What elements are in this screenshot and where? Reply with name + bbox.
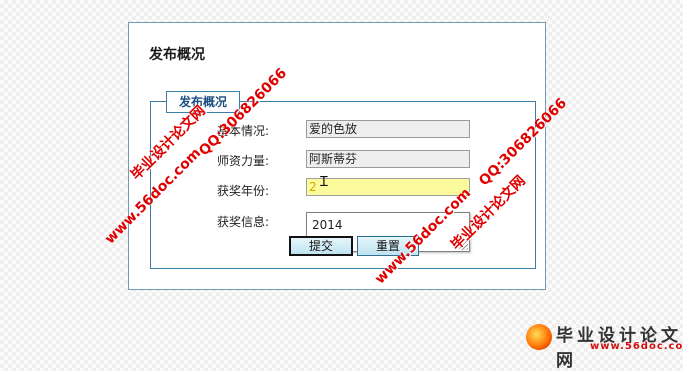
faculty-input[interactable]: 阿斯蒂芬 bbox=[306, 150, 470, 168]
basic-info-input[interactable]: 爱的色放 bbox=[306, 120, 470, 138]
award-info-label: 获奖信息: bbox=[217, 215, 270, 229]
submit-button[interactable]: 提交 bbox=[289, 236, 353, 256]
faculty-label: 师资力量: bbox=[217, 154, 270, 168]
site-logo-icon bbox=[526, 324, 552, 350]
panel-title: 发布概况 bbox=[149, 47, 205, 63]
text-cursor-icon: Ɪ bbox=[320, 174, 328, 190]
form-fieldset: 发布概况 基本情况: 爱的色放 师资力量: 阿斯蒂芬 获奖年份: 2 获奖信息:… bbox=[150, 91, 536, 269]
logo-url: www.56doc.com bbox=[590, 341, 683, 352]
autocomplete-option[interactable]: 2014 bbox=[312, 218, 343, 232]
award-year-input[interactable]: 2 bbox=[306, 178, 470, 196]
award-year-label: 获奖年份: bbox=[217, 184, 270, 198]
